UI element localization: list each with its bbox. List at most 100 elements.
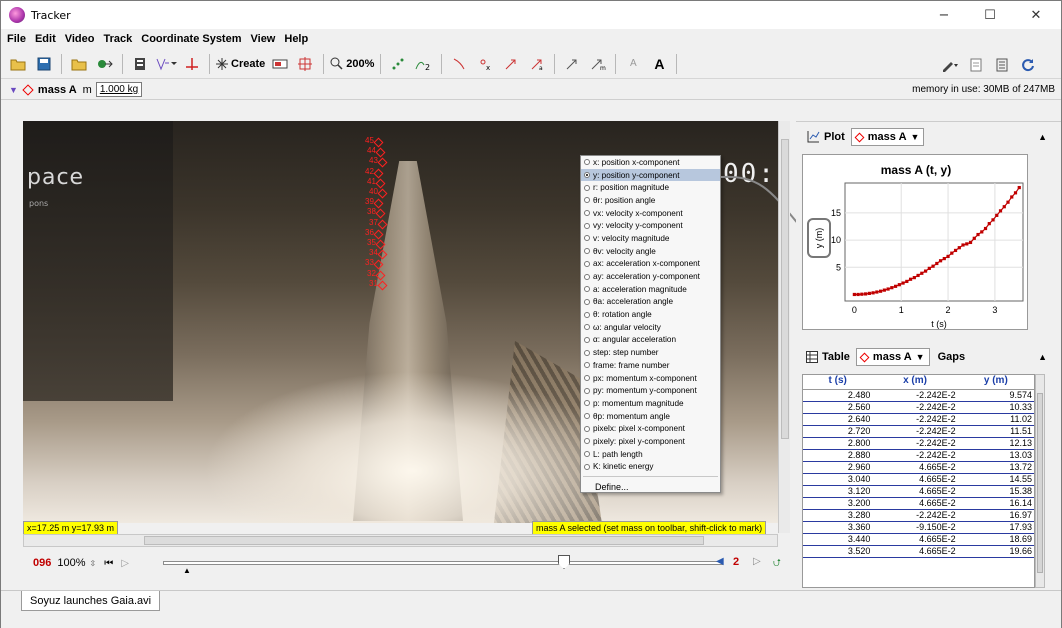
table-vertical-scrollbar[interactable]: [1035, 374, 1045, 588]
export-icon[interactable]: [94, 53, 116, 75]
go-to-start-icon[interactable]: ⏮: [104, 558, 113, 569]
data-point[interactable]: [1002, 205, 1006, 209]
data-point[interactable]: [867, 291, 871, 295]
playback-rate[interactable]: 100%: [57, 557, 85, 569]
variable-option[interactable]: y: position y-component: [581, 168, 720, 182]
data-point[interactable]: [927, 266, 931, 270]
refresh-icon[interactable]: [1017, 54, 1039, 76]
data-point[interactable]: [991, 218, 995, 222]
data-point[interactable]: [920, 271, 924, 275]
data-point[interactable]: [995, 213, 999, 217]
close-button[interactable]: ✕: [1013, 1, 1059, 29]
variable-option[interactable]: px: momentum x-component: [581, 372, 720, 385]
variable-option[interactable]: x: position x-component: [581, 156, 720, 169]
step-forward-icon[interactable]: ▷: [753, 556, 761, 567]
table-row[interactable]: 3.040 4.665E-2 14.55: [803, 474, 1034, 486]
variable-option[interactable]: L: path length: [581, 448, 720, 461]
path-icon[interactable]: [448, 53, 470, 75]
gaps-label[interactable]: Gaps: [938, 351, 966, 363]
trail-icon[interactable]: [387, 53, 409, 75]
table-vertical-scroll-thumb[interactable]: [1037, 393, 1043, 573]
data-point[interactable]: [1006, 200, 1010, 204]
table-row[interactable]: 2.480 -2.242E-2 9.574: [803, 390, 1034, 402]
data-point[interactable]: [864, 292, 868, 296]
table-row[interactable]: 3.520 4.665E-2 19.66: [803, 546, 1034, 558]
data-point[interactable]: [912, 276, 916, 280]
data-point[interactable]: [976, 232, 980, 237]
table-row[interactable]: 3.440 4.665E-2 18.69: [803, 534, 1034, 546]
step-back-icon[interactable]: ◀: [716, 556, 724, 567]
table-row[interactable]: 2.640 -2.242E-2 11.02: [803, 414, 1034, 426]
clip-settings-icon[interactable]: [129, 53, 151, 75]
data-point[interactable]: [916, 273, 920, 278]
collapse-up-icon[interactable]: ▲: [1038, 132, 1047, 142]
mass-input[interactable]: 1.000 kg: [95, 82, 143, 97]
data-point[interactable]: [931, 264, 935, 268]
variable-option[interactable]: pixelx: pixel x-component: [581, 422, 720, 435]
data-point[interactable]: [953, 248, 958, 253]
variable-option[interactable]: frame: frame number: [581, 359, 720, 372]
data-point[interactable]: [897, 283, 901, 287]
track-control-icon[interactable]: [269, 53, 291, 75]
data-point[interactable]: [879, 289, 883, 293]
variable-option[interactable]: θ: rotation angle: [581, 308, 720, 321]
table-track-select[interactable]: mass A ▼: [855, 348, 930, 366]
data-point[interactable]: [980, 230, 984, 234]
create-track-button[interactable]: Create: [216, 53, 265, 75]
table-row[interactable]: 2.960 4.665E-2 13.72: [803, 462, 1034, 474]
maximize-button[interactable]: ☐: [967, 1, 1013, 29]
data-point[interactable]: [875, 290, 879, 294]
data-point[interactable]: [856, 292, 860, 297]
data-point[interactable]: [893, 284, 898, 288]
menu-view[interactable]: View: [251, 33, 276, 45]
autotracker-icon[interactable]: [295, 53, 317, 75]
variable-option[interactable]: θr: position angle: [581, 194, 720, 207]
minimize-button[interactable]: −: [921, 1, 967, 29]
variable-option[interactable]: ax: acceleration x-component: [581, 258, 720, 271]
define-menu-item[interactable]: Define...: [581, 480, 720, 494]
tab-video[interactable]: Soyuz launches Gaia.avi: [21, 591, 161, 611]
menu-coordinate-system[interactable]: Coordinate System: [141, 33, 241, 45]
momentum-icon[interactable]: [561, 53, 583, 75]
data-point[interactable]: [957, 246, 961, 250]
data-point[interactable]: [942, 256, 946, 261]
calibration-tools-icon[interactable]: [155, 53, 177, 75]
trail-marker[interactable]: [377, 188, 388, 199]
variable-option[interactable]: step: step number: [581, 346, 720, 359]
font-smaller-button[interactable]: A: [622, 53, 644, 75]
data-point[interactable]: [860, 292, 864, 296]
variable-option[interactable]: r: position magnitude: [581, 181, 720, 194]
properties-icon[interactable]: [991, 54, 1013, 76]
variable-option[interactable]: ay: acceleration y-component: [581, 270, 720, 283]
data-point[interactable]: [946, 254, 950, 259]
column-header-t[interactable]: t (s): [803, 375, 872, 389]
data-point[interactable]: [961, 243, 965, 247]
loop-icon[interactable]: ⮍: [773, 556, 781, 573]
data-table[interactable]: t (s) x (m) y (m) 2.480 -2.242E-2 9.574 2.5…: [802, 374, 1035, 588]
table-row[interactable]: 3.360 -9.150E-2 17.93: [803, 522, 1034, 534]
data-point[interactable]: [923, 269, 928, 273]
table-row[interactable]: 3.280 -2.242E-2 16.97: [803, 510, 1034, 522]
data-point[interactable]: [852, 292, 856, 297]
save-icon[interactable]: [33, 53, 55, 75]
column-header-y[interactable]: y (m): [958, 375, 1034, 389]
data-point[interactable]: [987, 222, 991, 226]
table-row[interactable]: 2.720 -2.242E-2 11.51: [803, 426, 1034, 438]
variable-option[interactable]: a: acceleration magnitude: [581, 283, 720, 296]
video-vertical-scroll-thumb[interactable]: [781, 139, 789, 439]
data-point[interactable]: [890, 286, 894, 290]
open-folder-icon[interactable]: [7, 53, 29, 75]
momentum-mass-icon[interactable]: m: [587, 53, 609, 75]
position-icon[interactable]: x: [474, 53, 496, 75]
open-video-icon[interactable]: [68, 53, 90, 75]
video-horizontal-scroll-thumb[interactable]: [144, 536, 704, 545]
trail-marker[interactable]: [377, 219, 388, 230]
trail-marker[interactable]: [377, 157, 388, 168]
variable-option[interactable]: v: velocity magnitude: [581, 232, 720, 245]
variable-option[interactable]: ω: angular velocity: [581, 321, 720, 334]
data-point[interactable]: [871, 291, 875, 295]
velocity-icon[interactable]: [500, 53, 522, 75]
variable-option[interactable]: pixely: pixel y-component: [581, 435, 720, 448]
data-point[interactable]: [983, 226, 988, 231]
data-point[interactable]: [950, 251, 954, 255]
